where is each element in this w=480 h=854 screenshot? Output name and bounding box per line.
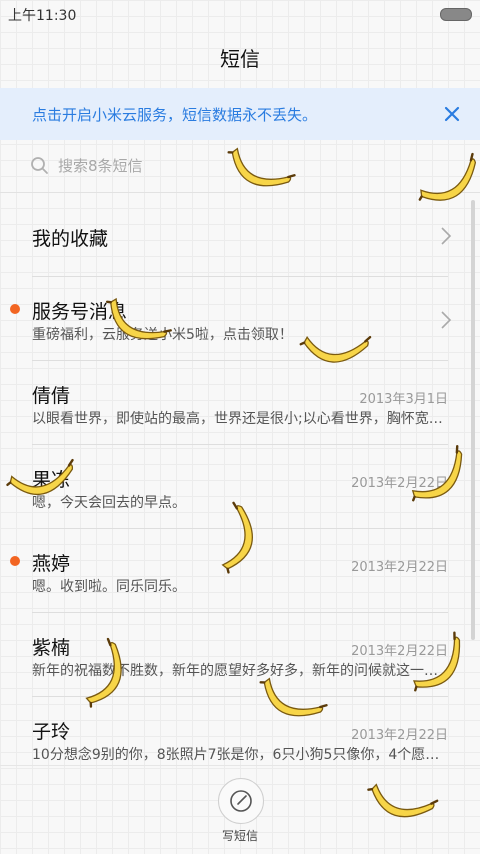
conversation-name: 服务号消息 — [32, 301, 128, 323]
conversation-row[interactable]: 紫楠 2013年2月22日 新年的祝福数不胜数，新年的愿望好多好多，新年的问候就… — [0, 613, 480, 697]
conversation-date: 2013年2月22日 — [351, 476, 448, 491]
conversation-row[interactable]: 服务号消息 重磅福利，云服务送小米5啦，点击领取！ — [0, 277, 480, 361]
conversation-name: 果冻 — [32, 469, 71, 491]
favorites-label: 我的收藏 — [32, 228, 109, 250]
cloud-service-banner[interactable]: 点击开启小米云服务，短信数据永不丢失。 — [0, 88, 480, 140]
conversation-preview: 重磅福利，云服务送小米5啦，点击领取！ — [32, 327, 293, 343]
conversation-preview: 新年的祝福数不胜数，新年的愿望好多好多，新年的问候就这一句：新年快乐！ — [32, 663, 448, 679]
compose-label[interactable]: 写短信 — [0, 827, 480, 844]
search-input[interactable]: 搜索8条短信 — [58, 155, 143, 176]
conversation-preview: 以眼看世界，即使站的最高，世界还是很小;以心看世界，胸怀宽广，世界无限大。 — [32, 411, 448, 427]
conversation-preview: 嗯。收到啦。同乐同乐。 — [32, 579, 186, 595]
conversation-row[interactable]: 果冻 2013年2月22日 嗯，今天会回去的早点。 — [0, 445, 480, 529]
battery-icon — [440, 8, 472, 21]
search-icon — [31, 157, 48, 174]
compose-icon — [230, 790, 252, 812]
conversation-row[interactable]: 燕婷 2013年2月22日 嗯。收到啦。同乐同乐。 — [0, 529, 480, 613]
conversation-preview: 嗯，今天会回去的早点。 — [32, 495, 186, 511]
search-bar[interactable]: 搜索8条短信 — [0, 144, 480, 193]
banner-text[interactable]: 点击开启小米云服务，短信数据永不丢失。 — [32, 104, 317, 125]
conversation-name: 子玲 — [32, 721, 71, 743]
scrollbar[interactable] — [471, 200, 475, 640]
page-title: 短信 — [220, 46, 260, 71]
conversation-name: 紫楠 — [32, 637, 71, 659]
conversation-date: 2013年2月22日 — [351, 560, 448, 575]
conversation-date: 2013年2月22日 — [351, 644, 448, 659]
conversation-name: 倩倩 — [32, 385, 71, 407]
status-time: 上午11:30 — [8, 8, 77, 24]
conversation-row[interactable]: 倩倩 2013年3月1日 以眼看世界，即使站的最高，世界还是很小;以心看世界，胸… — [0, 361, 480, 445]
chevron-right-icon — [441, 311, 452, 329]
chevron-right-icon — [441, 227, 452, 245]
favorites-row[interactable]: 我的收藏 — [0, 193, 480, 277]
compose-button[interactable] — [218, 778, 264, 824]
status-bar: 上午11:30 — [0, 0, 480, 28]
bottom-bar: 写短信 — [0, 765, 480, 854]
conversation-date: 2013年3月1日 — [359, 392, 448, 407]
unread-dot — [10, 304, 20, 314]
unread-dot — [10, 556, 20, 566]
conversation-preview: 10分想念9别的你，8张照片7张是你，6只小狗5只像你，4个愿望3个为你 — [32, 747, 448, 763]
conversation-name: 燕婷 — [32, 553, 71, 575]
title-bar: 短信 — [0, 28, 480, 86]
close-icon[interactable] — [438, 100, 466, 128]
conversation-date: 2013年2月22日 — [351, 728, 448, 743]
